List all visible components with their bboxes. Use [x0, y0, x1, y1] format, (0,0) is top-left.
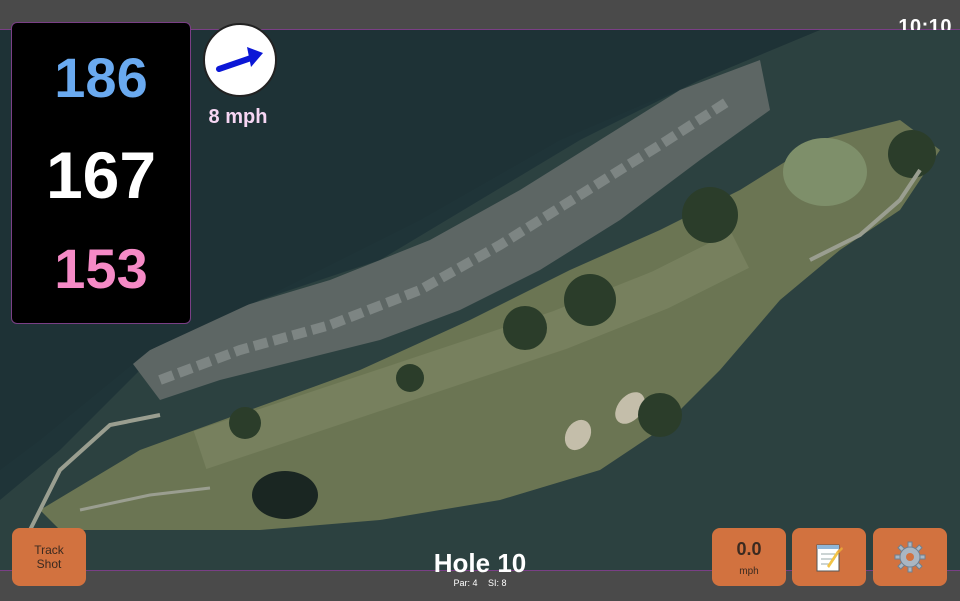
- back-distance: 186: [54, 46, 148, 109]
- track-shot-button[interactable]: Track Shot: [12, 528, 86, 586]
- hole-stroke-index: SI: 8: [488, 578, 507, 588]
- speed-value: 0.0: [736, 539, 762, 559]
- wind-direction-indicator: [203, 23, 277, 97]
- notepad-icon: [816, 544, 843, 572]
- hole-par: Par: 4: [453, 578, 478, 588]
- gear-icon: [894, 541, 926, 573]
- notes-button[interactable]: [792, 528, 866, 586]
- front-distance: 153: [54, 237, 148, 300]
- speed-unit: mph: [739, 566, 759, 577]
- distance-panel: 186 167 153: [11, 22, 191, 324]
- middle-distance: 167: [45, 138, 157, 212]
- track-shot-label: Track Shot: [34, 543, 64, 571]
- settings-button[interactable]: [873, 528, 947, 586]
- hole-title: Hole 10: [433, 548, 527, 578]
- wind-direction-arrow-icon: [216, 47, 263, 72]
- speed-button[interactable]: 0.0 mph: [712, 528, 786, 586]
- wind-speed-label: 8 mph: [208, 106, 268, 128]
- hole-info: Par: 4 SI: 8: [400, 578, 560, 588]
